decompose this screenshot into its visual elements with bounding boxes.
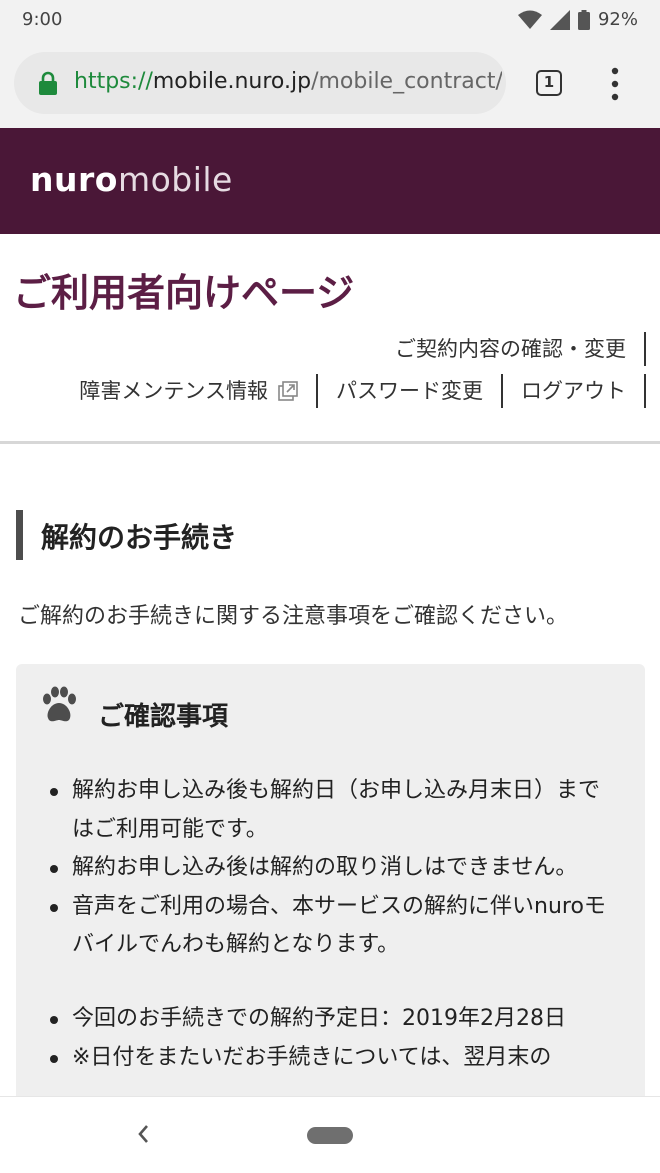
site-header: nuromobile	[0, 128, 660, 234]
notice-item: 今回のお手続きでの解約予定日：2019年2月28日	[50, 1000, 610, 1039]
more-menu-icon[interactable]	[605, 67, 625, 101]
status-bar: 9:00 92%	[0, 0, 660, 40]
password-link[interactable]: パスワード変更	[318, 374, 503, 408]
intro-text: ご解約のお手続きに関する注意事項をご確認ください。	[18, 604, 569, 629]
system-nav-bar	[0, 1096, 660, 1173]
url-text: https://mobile.nuro.jp/mobile_contract/u	[74, 69, 502, 94]
nuro-mobile-logo[interactable]: nuromobile	[30, 160, 233, 199]
lock-icon	[39, 71, 57, 95]
url-scheme: https://	[74, 69, 153, 94]
status-time: 9:00	[22, 9, 63, 30]
notice-title: ご確認事項	[98, 702, 229, 732]
battery-icon	[577, 9, 590, 30]
notice-list-2: 今回のお手続きでの解約予定日：2019年2月28日 ※日付をまたいだお手続きにつ…	[50, 1000, 610, 1077]
paw-icon	[43, 686, 76, 722]
maintenance-link[interactable]: 障害メンテンス情報	[61, 374, 318, 408]
status-icons: 92%	[517, 9, 638, 30]
url-bar[interactable]: https://mobile.nuro.jp/mobile_contract/u	[14, 52, 506, 114]
battery-level: 92%	[597, 9, 638, 30]
contract-link-label: ご契約内容の確認・変更	[395, 337, 626, 361]
maintenance-link-label: 障害メンテンス情報	[79, 379, 268, 403]
page-title: ご利用者向けページ	[13, 271, 355, 315]
screen: 9:00 92% https://mobile.nuro.jp/mobile_c…	[0, 0, 660, 1173]
url-host: mobile.nuro.jp	[152, 69, 312, 94]
notice-list: 解約お申し込み後も解約日（お申し込み月末日）まではご利用可能です。 解約お申し込…	[50, 772, 610, 965]
logo-bold-text: nuro	[30, 160, 118, 199]
nav-row-2: 障害メンテンス情報 パスワード変更 ログアウト	[61, 374, 646, 408]
header-divider	[0, 441, 660, 444]
contract-link[interactable]: ご契約内容の確認・変更	[377, 332, 646, 366]
url-path: /mobile_contract/u	[311, 69, 502, 94]
notice-item: ※日付をまたいだお手続きについては、翌月末の	[50, 1039, 610, 1078]
tab-switcher-button[interactable]: 1	[536, 70, 562, 96]
back-icon[interactable]	[136, 1123, 150, 1145]
home-button[interactable]	[307, 1127, 353, 1144]
notice-item: 解約お申し込み後は解約の取り消しはできません。	[50, 849, 610, 888]
section-heading: 解約のお手続き	[16, 510, 616, 560]
signal-icon	[549, 9, 570, 30]
wifi-icon	[517, 10, 542, 29]
password-link-label: パスワード変更	[336, 379, 483, 403]
logout-link[interactable]: ログアウト	[503, 374, 646, 408]
notice-item: 解約お申し込み後も解約日（お申し込み月末日）まではご利用可能です。	[50, 772, 610, 849]
logout-link-label: ログアウト	[521, 379, 626, 403]
external-link-icon	[278, 381, 298, 401]
section-heading-text: 解約のお手続き	[41, 521, 238, 554]
browser-toolbar: https://mobile.nuro.jp/mobile_contract/u…	[0, 40, 660, 128]
nav-row-1: ご契約内容の確認・変更	[377, 332, 646, 366]
logo-light-text: mobile	[117, 160, 233, 199]
notice-item: 音声をご利用の場合、本サービスの解約に伴いnuroモバイルでんわも解約となります…	[50, 888, 610, 965]
